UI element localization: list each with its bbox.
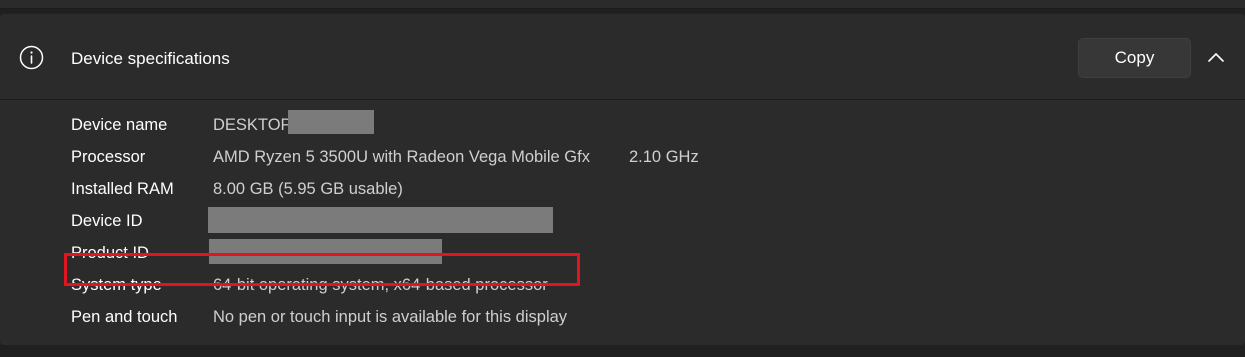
info-circle-icon	[19, 45, 44, 70]
spec-value: No pen or touch input is available for t…	[213, 308, 568, 326]
redacted-block	[288, 110, 374, 134]
spec-value: 8.00 GB (5.95 GB usable)	[213, 180, 403, 198]
redacted-block	[208, 207, 553, 233]
copy-button[interactable]: Copy	[1078, 38, 1191, 78]
spec-row-processor: Processor AMD Ryzen 5 3500U with Radeon …	[0, 141, 1245, 173]
spec-value: AMD Ryzen 5 3500U with Radeon Vega Mobil…	[213, 148, 590, 166]
device-specifications-header[interactable]: Device specifications Copy	[0, 14, 1245, 100]
spec-label: Pen and touch	[71, 308, 178, 326]
spec-row-device-id: Device ID	[0, 205, 1245, 237]
previous-section-card	[0, 0, 1245, 9]
system-type-highlight	[64, 253, 580, 286]
section-title: Device specifications	[71, 49, 230, 68]
spec-row-device-name: Device name DESKTOP-	[0, 109, 1245, 141]
settings-window: Device specifications Copy Device name D…	[0, 0, 1245, 357]
spec-label: Installed RAM	[71, 180, 174, 198]
spec-value: DESKTOP-	[213, 116, 298, 134]
spec-label: Processor	[71, 148, 146, 166]
window-background-strip	[0, 345, 1245, 357]
spec-label: Device name	[71, 116, 168, 134]
spec-label: Device ID	[71, 212, 143, 230]
spec-row-installed-ram: Installed RAM 8.00 GB (5.95 GB usable)	[0, 173, 1245, 205]
chevron-up-icon[interactable]	[1207, 50, 1225, 64]
spec-value-speed: 2.10 GHz	[629, 148, 699, 166]
spec-row-pen-and-touch: Pen and touch No pen or touch input is a…	[0, 301, 1245, 333]
